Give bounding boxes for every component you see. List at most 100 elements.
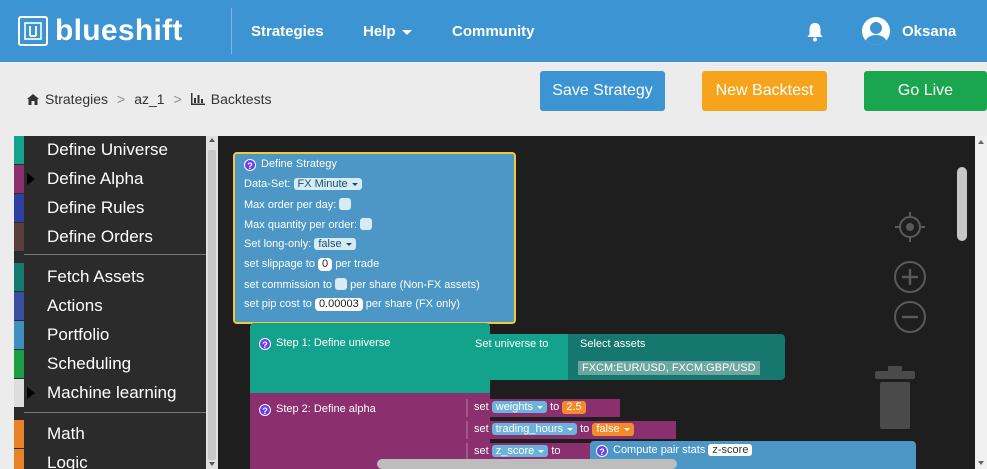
to-keyword: to xyxy=(551,445,561,457)
sidebar-item-fetch-assets[interactable]: Fetch Assets xyxy=(14,263,206,291)
user-name[interactable]: Oksana xyxy=(902,23,956,40)
sidebar-item-define-alpha[interactable]: Define Alpha xyxy=(14,165,206,193)
scroll-down-icon[interactable] xyxy=(209,462,215,466)
long-only-dropdown[interactable]: false xyxy=(314,238,356,250)
sidebar-item-label: Fetch Assets xyxy=(47,267,145,286)
avatar[interactable] xyxy=(862,17,890,45)
variable-dropdown[interactable]: weights xyxy=(491,401,548,413)
define-strategy-header: ? Define Strategy xyxy=(244,158,337,171)
scroll-up-icon[interactable] xyxy=(978,140,984,144)
nav-strategies[interactable]: Strategies xyxy=(251,23,324,40)
expand-arrow-icon[interactable] xyxy=(27,173,35,185)
assets-input[interactable]: FXCM:EUR/USD, FXCM:GBP/USD xyxy=(578,361,760,375)
max-qty-row: Max quantity per order: xyxy=(244,218,373,231)
nav-community[interactable]: Community xyxy=(452,23,535,40)
trash-icon[interactable] xyxy=(874,366,916,431)
set-weights-block[interactable]: set weights to 2.5 xyxy=(466,399,620,417)
sidebar-scroll-thumb[interactable] xyxy=(208,150,216,460)
workspace-horizontal-scroll-thumb[interactable] xyxy=(377,459,677,469)
sidebar-item-logic[interactable]: Logic xyxy=(14,449,206,469)
sidebar-divider xyxy=(24,412,206,413)
sidebar-item-define-rules[interactable]: Define Rules xyxy=(14,194,206,222)
pip-cost-suffix: per share (FX only) xyxy=(365,298,460,310)
workspace-vertical-scrollbar[interactable] xyxy=(975,136,987,469)
variable-dropdown[interactable]: z_score xyxy=(491,445,549,457)
variable-name: trading_hours xyxy=(495,423,564,435)
sidebar-item-label: Actions xyxy=(47,296,103,315)
sidebar-item-portfolio[interactable]: Portfolio xyxy=(14,321,206,349)
blueshift-logo-icon xyxy=(18,16,48,46)
help-icon[interactable]: ? xyxy=(596,445,608,457)
sidebar-scrollbar[interactable] xyxy=(206,136,218,469)
category-color-swatch xyxy=(14,379,24,407)
breadcrumb-strategy[interactable]: az_1 xyxy=(134,91,164,107)
to-keyword: to xyxy=(550,401,560,413)
sidebar-item-scheduling[interactable]: Scheduling xyxy=(14,350,206,378)
category-color-swatch xyxy=(14,263,24,291)
max-order-input[interactable] xyxy=(339,198,352,210)
sidebar-item-define-universe[interactable]: Define Universe xyxy=(14,136,206,164)
variable-dropdown[interactable]: trading_hours xyxy=(491,423,578,435)
dataset-row: Data-Set: FX Minute xyxy=(244,178,362,190)
set-trading-hours-block[interactable]: set trading_hours to false xyxy=(466,421,676,439)
nav-help[interactable]: Help xyxy=(363,23,412,40)
step2-block[interactable]: ? Step 2: Define alpha xyxy=(250,393,490,469)
commission-input[interactable] xyxy=(335,278,348,290)
zoom-in-icon[interactable] xyxy=(892,259,928,295)
trading-hours-dropdown[interactable]: false xyxy=(592,423,634,436)
avatar-body xyxy=(865,35,887,45)
zoom-out-icon[interactable] xyxy=(892,299,928,335)
select-assets-block[interactable]: Select assets FXCM:EUR/USD, FXCM:GBP/USD xyxy=(568,334,785,380)
sidebar-item-label: Portfolio xyxy=(47,325,110,344)
breadcrumb-separator: > xyxy=(117,91,126,107)
save-strategy-button[interactable]: Save Strategy xyxy=(540,71,665,111)
help-icon[interactable]: ? xyxy=(244,159,256,171)
sidebar-item-label: Define Universe xyxy=(47,140,168,159)
help-icon[interactable]: ? xyxy=(259,338,271,350)
commission-label: set commission to xyxy=(244,279,333,291)
max-qty-input[interactable] xyxy=(360,218,373,230)
set-keyword: set xyxy=(474,401,489,413)
category-color-swatch xyxy=(14,420,24,448)
sidebar-item-label: Define Orders xyxy=(47,227,153,246)
dataset-value: FX Minute xyxy=(297,178,348,190)
pair-stats-dropdown[interactable]: z-score xyxy=(708,444,753,456)
breadcrumb-backtests[interactable]: Backtests xyxy=(211,91,272,107)
workspace-scroll-thumb[interactable] xyxy=(957,167,967,241)
weights-value[interactable]: 2.5 xyxy=(562,401,586,414)
breadcrumb-separator: > xyxy=(173,91,182,107)
sidebar-item-label: Define Rules xyxy=(47,198,145,217)
slippage-suffix: per trade xyxy=(335,258,380,270)
category-color-swatch xyxy=(14,136,24,164)
sidebar-item-machine-learning[interactable]: Machine learning xyxy=(14,379,206,407)
expand-arrow-icon[interactable] xyxy=(27,387,35,399)
set-keyword: set xyxy=(474,445,489,457)
recenter-icon[interactable] xyxy=(893,210,927,244)
sidebar-item-math[interactable]: Math xyxy=(14,420,206,448)
sidebar-item-label: Logic xyxy=(47,453,88,469)
bell-icon[interactable] xyxy=(806,22,824,42)
define-strategy-block[interactable]: ? Define Strategy Data-Set: FX Minute Max… xyxy=(233,152,516,324)
slippage-input[interactable]: 0 xyxy=(318,258,333,271)
scroll-down-icon[interactable] xyxy=(978,461,984,465)
chevron-down-icon xyxy=(401,29,412,35)
nav-divider xyxy=(231,8,232,54)
new-backtest-button[interactable]: New Backtest xyxy=(702,71,827,111)
sidebar-item-define-orders[interactable]: Define Orders xyxy=(14,223,206,251)
sidebar-item-actions[interactable]: Actions xyxy=(14,292,206,320)
go-live-button[interactable]: Go Live xyxy=(864,71,987,111)
sidebar-item-label: Scheduling xyxy=(47,354,132,373)
set-universe-block[interactable]: Set universe to xyxy=(466,334,574,380)
help-icon[interactable]: ? xyxy=(259,404,271,416)
scroll-up-icon[interactable] xyxy=(209,138,215,142)
step1-block[interactable]: ? Step 1: Define universe xyxy=(250,323,490,393)
sidebar-item-label: Machine learning xyxy=(47,383,177,402)
sidebar-divider xyxy=(24,254,206,255)
dataset-dropdown[interactable]: FX Minute xyxy=(293,178,362,190)
brand-logo[interactable]: blueshift xyxy=(18,14,183,48)
breadcrumb-strategies[interactable]: Strategies xyxy=(45,91,108,107)
set-universe-label: Set universe to xyxy=(475,338,549,350)
pip-cost-input[interactable]: 0.00003 xyxy=(314,298,363,311)
variable-name: z_score xyxy=(495,445,535,457)
to-keyword: to xyxy=(580,423,590,435)
